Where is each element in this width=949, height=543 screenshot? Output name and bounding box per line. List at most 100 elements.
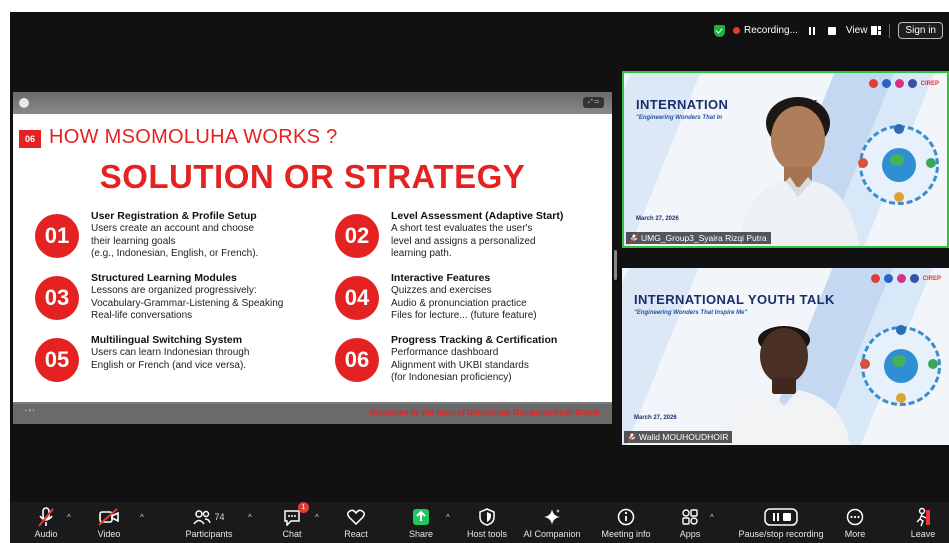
leave-label: Leave	[910, 529, 936, 539]
ai-companion-button[interactable]: AI Companion	[517, 506, 587, 539]
mic-off-icon	[630, 233, 638, 243]
leave-button[interactable]: Leave	[888, 506, 949, 539]
step-line: Vocabulary-Grammar-Listening & Speaking	[91, 297, 284, 309]
view-button[interactable]: View	[846, 25, 882, 36]
apps-icon	[682, 509, 698, 525]
heart-icon	[347, 509, 365, 525]
participant-name-tag: Walid MOUHOUDHOIR	[624, 431, 733, 443]
slide-nav-controls[interactable]: ‹ ▪ ›	[25, 408, 34, 414]
person-node-icon	[896, 393, 906, 403]
logo-icon	[881, 79, 891, 88]
step-line: Users create an account and choose	[91, 223, 254, 234]
chat-unread-badge: 1	[298, 502, 309, 513]
step-line: learning path.	[391, 248, 452, 259]
participant-video-tile[interactable]: INTERNATIONAL YOUTH TALK "Engineering Wo…	[622, 268, 949, 445]
view-splitter-handle[interactable]	[614, 250, 617, 280]
share-button[interactable]: Share	[386, 506, 456, 539]
strategy-item-04: 04 Interactive Features Quizzes and exer…	[335, 272, 597, 334]
pause-recording-icon[interactable]	[806, 25, 818, 37]
slide-heading: HOW MSOMOLUHA WORKS ?	[49, 126, 338, 148]
apps-label: Apps	[679, 529, 701, 539]
logo-icon	[870, 274, 880, 283]
logo-text-icon: CIREP	[920, 80, 939, 87]
slide-big-title: SOLUTION OR STRATEGY	[99, 158, 526, 195]
pause-stop-recording-label: Pause/stop recording	[738, 529, 824, 539]
audio-button[interactable]: Audio	[11, 506, 81, 539]
sign-in-button[interactable]: Sign in	[898, 22, 943, 39]
meeting-info-button[interactable]: Meeting info	[591, 506, 661, 539]
meeting-info-label: Meeting info	[601, 529, 651, 539]
step-title: Level Assessment (Adaptive Start)	[391, 210, 564, 222]
slide-control-pill[interactable]: ⤢ ▭	[582, 97, 604, 108]
video-label: Video	[97, 529, 121, 539]
step-title: Interactive Features	[391, 272, 491, 284]
recording-dot-icon	[733, 27, 740, 34]
step-number-circle: 01	[35, 214, 79, 258]
sponsor-logos: CIREP	[870, 274, 941, 283]
mic-off-icon	[628, 432, 636, 442]
person-node-icon	[894, 192, 904, 202]
host-tools-button[interactable]: Host tools	[452, 506, 522, 539]
participant-name: Walid MOUHOUDHOIR	[639, 432, 729, 442]
globe-network-icon	[858, 124, 939, 205]
audio-label: Audio	[34, 529, 58, 539]
participants-label: Participants	[185, 529, 233, 539]
apps-options-caret-icon[interactable]: ^	[710, 513, 714, 522]
step-description: Lessons are organized progressively: Voc…	[91, 285, 283, 323]
recording-indicator[interactable]: Recording...	[733, 25, 798, 36]
participant-name-tag: UMG_Group3_Syaira Rizqi Putra	[626, 232, 771, 244]
person-node-icon	[896, 325, 906, 335]
slide-menu-icon[interactable]	[19, 98, 29, 108]
pause-stop-recording-button[interactable]: Pause/stop recording	[738, 506, 824, 539]
video-button[interactable]: Video	[74, 506, 144, 539]
encryption-shield-icon[interactable]	[714, 24, 725, 37]
banner-title-start: INTERNATION	[636, 97, 729, 112]
sponsor-logos: CIREP	[868, 79, 939, 88]
host-tools-label: Host tools	[466, 529, 508, 539]
step-line: Lessons are organized progressively:	[91, 285, 257, 296]
participants-options-caret-icon[interactable]: ^	[248, 513, 252, 522]
step-description: Performance dashboard Alignment with UKB…	[391, 347, 529, 385]
slide-footer-credit: Presented by the team of Universitas Muh…	[369, 408, 600, 417]
stop-recording-icon[interactable]	[826, 25, 838, 37]
participants-icon	[193, 510, 212, 525]
chat-label: Chat	[282, 529, 302, 539]
person-node-icon	[928, 359, 938, 369]
strategy-item-03: 03 Structured Learning Modules Lessons a…	[35, 272, 297, 334]
person-node-icon	[894, 124, 904, 134]
logo-icon	[894, 79, 904, 88]
globe-network-icon	[860, 325, 941, 406]
step-line: (for Indonesian proficiency)	[391, 372, 512, 383]
pause-stop-icon	[764, 508, 798, 526]
step-title: Structured Learning Modules	[91, 272, 237, 284]
step-description: Quizzes and exercises Audio & pronunciat…	[391, 285, 537, 323]
strategy-item-01: 01 User Registration & Profile Setup Use…	[35, 210, 297, 272]
step-line: Users can learn Indonesian through	[91, 347, 250, 358]
more-button[interactable]: More	[820, 506, 890, 539]
share-options-caret-icon[interactable]: ^	[446, 513, 450, 522]
person-node-icon	[860, 359, 870, 369]
chat-button[interactable]: 1 Chat	[257, 502, 327, 539]
step-title: Multilingual Switching System	[91, 334, 243, 346]
ai-companion-label: AI Companion	[523, 529, 581, 539]
participant-video-tile[interactable]: INTERNATIONK "Engineering Wonders That I…	[622, 71, 949, 248]
step-line: English or French (and vice versa).	[91, 359, 247, 371]
logo-icon	[909, 274, 919, 283]
shared-screen-slide: ⤢ ▭ 06 HOW MSOMOLUHA WORKS ? SOLUTION OR…	[13, 92, 612, 424]
step-number-circle: 04	[335, 276, 379, 320]
participant-video-person	[718, 326, 850, 445]
react-label: React	[344, 529, 368, 539]
apps-button[interactable]: Apps	[655, 506, 725, 539]
topbar-divider	[889, 23, 891, 38]
audio-options-caret-icon[interactable]: ^	[67, 513, 71, 522]
video-options-caret-icon[interactable]: ^	[140, 513, 144, 522]
participant-video-person	[738, 97, 860, 246]
more-icon	[846, 508, 864, 526]
earth-icon	[884, 349, 918, 383]
step-line: their learning goals	[91, 235, 176, 247]
chat-options-caret-icon[interactable]: ^	[315, 513, 319, 522]
video-off-icon	[98, 508, 119, 526]
participants-button[interactable]: 74 Participants	[174, 506, 244, 539]
react-button[interactable]: React	[321, 506, 391, 539]
banner-subtitle: "Engineering Wonders That Inspire Me"	[634, 310, 748, 316]
